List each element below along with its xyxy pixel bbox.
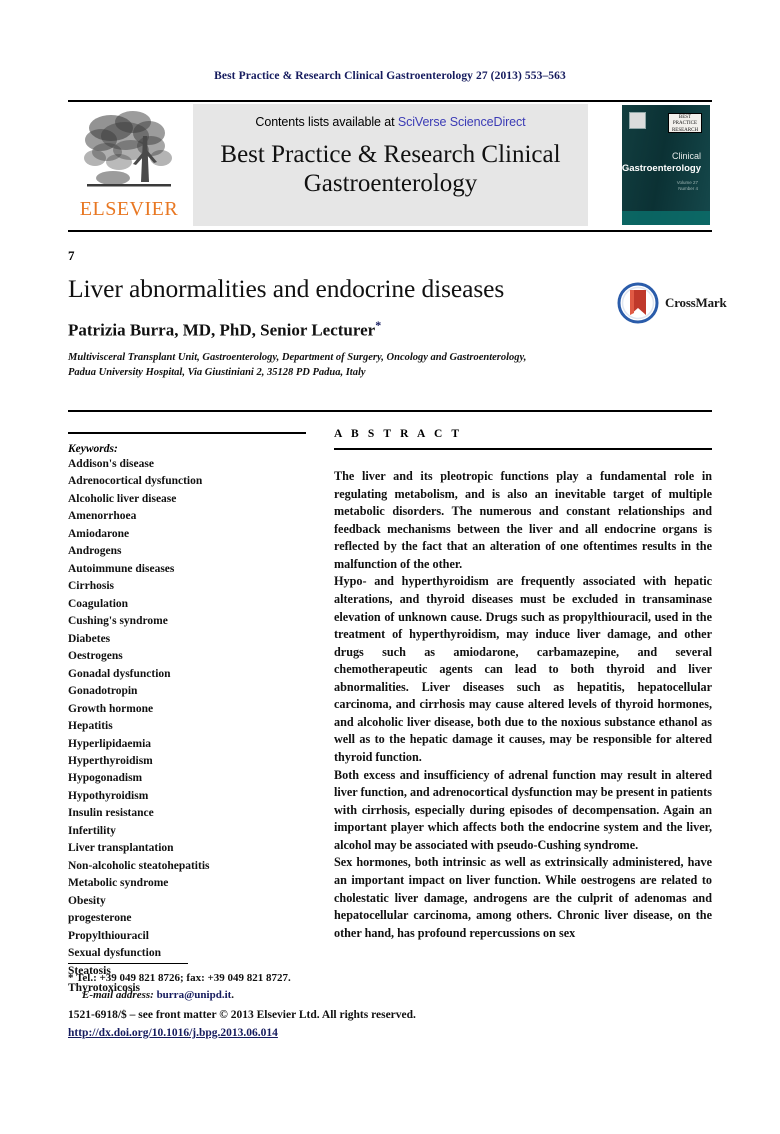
cover-badge-line-3: RESEARCH [671, 127, 699, 133]
list-item: progesterone [68, 912, 132, 925]
abstract-paragraph: The liver and its pleotropic functions p… [334, 469, 712, 571]
author-footnote-marker: * [375, 318, 382, 332]
list-item: Hypothyroidism [68, 789, 149, 802]
footnote-block: * Tel.: +39 049 821 8726; fax: +39 049 8… [68, 970, 518, 1004]
author-affiliation: Multivisceral Transplant Unit, Gastroent… [68, 350, 628, 380]
journal-title-line-2: Gastroenterology [303, 170, 478, 197]
affiliation-line-2: Padua University Hospital, Via Giustinia… [68, 366, 366, 378]
list-item: Diabetes [68, 632, 111, 645]
elsevier-wordmark: ELSEVIER [79, 198, 179, 220]
list-item: Autoimmune diseases [68, 562, 175, 575]
doi-link[interactable]: http://dx.doi.org/10.1016/j.bpg.2013.06.… [68, 1027, 278, 1039]
cover-badge-line-2: PRACTICE [672, 121, 698, 127]
crossmark-badge[interactable]: CrossMark [617, 282, 729, 326]
list-item: Adrenocortical dysfunction [68, 475, 203, 488]
list-item: Oestrogens [68, 650, 123, 663]
cover-badge: BEST PRACTICE RESEARCH [668, 113, 702, 133]
affiliation-line-1: Multivisceral Transplant Unit, Gastroent… [68, 351, 527, 363]
banner-top-rule [68, 100, 712, 102]
list-item: Obesity [68, 894, 106, 907]
list-item: Hepatitis [68, 720, 113, 733]
author-name: Patrizia Burra, MD, PhD, Senior Lecturer… [68, 318, 712, 341]
list-item: Hypogonadism [68, 772, 143, 785]
list-item: Infertility [68, 824, 116, 837]
abstract-panel: A B S T R A C T The liver and its pleotr… [334, 428, 712, 942]
list-item: Growth hormone [68, 702, 154, 715]
list-item: Amiodarone [68, 527, 130, 540]
footnote-tel: * Tel.: +39 049 821 8726; fax: +39 049 8… [68, 970, 518, 987]
list-item: Amenorrhoea [68, 510, 137, 523]
abstract-paragraph: Sex hormones, both intrinsic as well as … [334, 855, 712, 940]
list-item: Coagulation [68, 597, 129, 610]
banner-bottom-rule [68, 230, 712, 232]
email-suffix: . [231, 989, 235, 1002]
list-item: Cushing's syndrome [68, 615, 168, 628]
article-header: 7 Liver abnormalities and endocrine dise… [68, 248, 712, 380]
cover-subtitle: Volume 27 Number 4 [677, 180, 698, 193]
cover-title-line-2: Gastroenterology [622, 163, 701, 174]
email-label: E-mail address: [82, 989, 154, 1002]
journal-title: Best Practice & Research Clinical Gastro… [193, 129, 588, 198]
elsevier-logo: ELSEVIER [70, 106, 188, 226]
abstract-paragraph: Hypo- and hyperthyroidism are frequently… [334, 574, 712, 764]
keywords-panel: Keywords: Addison's disease Adrenocortic… [68, 432, 306, 998]
crossmark-label: CrossMark [665, 295, 727, 310]
elsevier-tree-icon [84, 111, 172, 187]
cover-bottom-band [622, 211, 710, 225]
contents-prefix-text: Contents lists available at [255, 115, 398, 129]
email-link[interactable]: burra@unipd.it [157, 989, 232, 1001]
list-item: Gonadal dysfunction [68, 667, 171, 680]
list-item: Insulin resistance [68, 807, 154, 820]
imprint-line: 1521-6918/$ – see front matter © 2013 El… [68, 1009, 416, 1021]
list-item: Hyperlipidaemia [68, 737, 152, 750]
abstract-rule [334, 448, 712, 450]
list-item: Metabolic syndrome [68, 877, 169, 890]
paper-page: Best Practice & Research Clinical Gastro… [0, 0, 780, 1134]
list-item: Androgens [68, 545, 122, 558]
list-item: Gonadotropin [68, 685, 138, 698]
author-name-text: Patrizia Burra, MD, PhD, Senior Lecturer [68, 320, 376, 340]
journal-cover-thumbnail[interactable]: PRACTICE & RESEARCH BEST PRACTICE RESEAR… [622, 105, 710, 225]
journal-banner-center: Contents lists available at SciVerse Sci… [193, 104, 588, 226]
abstract-paragraph: Both excess and insufficiency of adrenal… [334, 767, 712, 852]
journal-title-line-1: Best Practice & Research Clinical [220, 141, 561, 168]
sciencedirect-link[interactable]: SciVerse ScienceDirect [398, 115, 526, 129]
cover-sub-line-2: Number 4 [678, 186, 698, 192]
list-item: Sexual dysfunction [68, 947, 161, 960]
running-head: Best Practice & Research Clinical Gastro… [214, 70, 566, 82]
footnote-email: E-mail address: burra@unipd.it. [68, 987, 518, 1004]
list-item: Liver transplantation [68, 842, 174, 855]
doi-line: http://dx.doi.org/10.1016/j.bpg.2013.06.… [68, 1027, 668, 1039]
footnote-separator [68, 963, 188, 964]
list-item: Cirrhosis [68, 580, 114, 593]
crossmark-icon [617, 282, 659, 324]
header-bottom-rule [68, 410, 712, 412]
cover-elsevier-mark-icon [629, 112, 646, 129]
list-item: Hyperthyroidism [68, 754, 153, 767]
keywords-heading: Keywords: [68, 443, 118, 455]
footnote-tel-text: Tel.: +39 049 821 8726; fax: +39 049 821… [76, 972, 291, 984]
contents-available-line: Contents lists available at SciVerse Sci… [193, 104, 588, 129]
page-title: Liver abnormalities and endocrine diseas… [68, 274, 505, 303]
article-number: 7 [68, 248, 75, 263]
list-item: Propylthiouracil [68, 929, 149, 942]
footnote-marker: * [68, 972, 74, 984]
abstract-heading: A B S T R A C T [334, 428, 463, 440]
list-item: Non-alcoholic steatohepatitis [68, 859, 210, 872]
keywords-list: Addison's disease Adrenocortical dysfunc… [68, 456, 306, 998]
keywords-top-rule [68, 432, 306, 434]
list-item: Addison's disease [68, 458, 154, 470]
cover-title-line-1: Clinical [671, 151, 701, 161]
journal-banner: ELSEVIER Contents lists available at Sci… [68, 100, 712, 232]
list-item: Alcoholic liver disease [68, 492, 177, 505]
